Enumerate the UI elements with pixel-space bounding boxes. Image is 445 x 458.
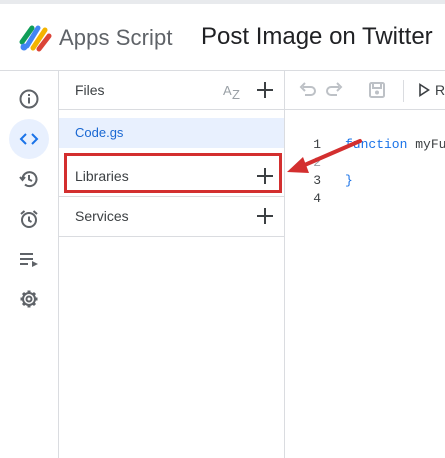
svg-text:Z: Z — [232, 87, 240, 102]
alarm-icon — [20, 210, 38, 228]
svg-text:A: A — [223, 83, 232, 98]
executions-icon — [20, 253, 38, 267]
nav-overview[interactable] — [9, 79, 49, 119]
nav-executions[interactable] — [9, 239, 49, 279]
line-number: 4 — [313, 191, 321, 206]
libraries-highlight-box — [64, 153, 282, 193]
services-row[interactable]: Services — [59, 196, 284, 237]
services-label: Services — [75, 208, 129, 224]
nav-editor[interactable] — [9, 119, 49, 159]
project-title[interactable]: Post Image on Twitter — [201, 23, 433, 51]
files-title: Files — [75, 82, 105, 98]
gear-icon — [20, 290, 38, 308]
top-app-bar: Apps Script Post Image on Twitter — [0, 0, 445, 71]
file-item-code-gs[interactable]: Code.gs — [59, 118, 284, 148]
apps-script-logo-icon[interactable] — [18, 22, 52, 52]
add-service-icon[interactable] — [254, 205, 276, 227]
line-number: 3 — [313, 173, 321, 188]
browser-edge — [0, 0, 445, 4]
nav-history[interactable] — [9, 159, 49, 199]
sort-az-icon[interactable]: A Z — [222, 80, 244, 102]
undo-icon[interactable] — [297, 80, 317, 100]
save-icon[interactable] — [367, 80, 387, 100]
code-function-name: myFu — [415, 137, 445, 152]
info-icon — [19, 89, 39, 109]
history-icon — [19, 171, 38, 188]
line-number: 2 — [313, 155, 321, 170]
app-name: Apps Script — [59, 25, 173, 50]
code-icon — [19, 133, 39, 145]
run-icon[interactable] — [417, 83, 431, 97]
files-panel: Files A Z Code.gs Libraries Services — [59, 71, 285, 458]
code-line-3: } — [345, 173, 353, 188]
redo-icon[interactable] — [325, 80, 345, 100]
run-button-label[interactable]: R — [435, 82, 445, 98]
left-nav-rail — [0, 71, 59, 458]
code-line-1: function myFu — [345, 137, 445, 152]
line-number: 1 — [313, 137, 321, 152]
toolbar-divider — [403, 80, 404, 102]
code-keyword: function — [345, 137, 408, 152]
nav-triggers[interactable] — [9, 199, 49, 239]
file-name: Code.gs — [75, 125, 124, 140]
code-editor-pane: R 1 2 3 4 function myFu } — [285, 71, 445, 458]
files-header: Files A Z — [59, 71, 284, 110]
editor-toolbar: R — [285, 71, 445, 110]
nav-settings[interactable] — [9, 279, 49, 319]
add-file-icon[interactable] — [254, 79, 276, 101]
